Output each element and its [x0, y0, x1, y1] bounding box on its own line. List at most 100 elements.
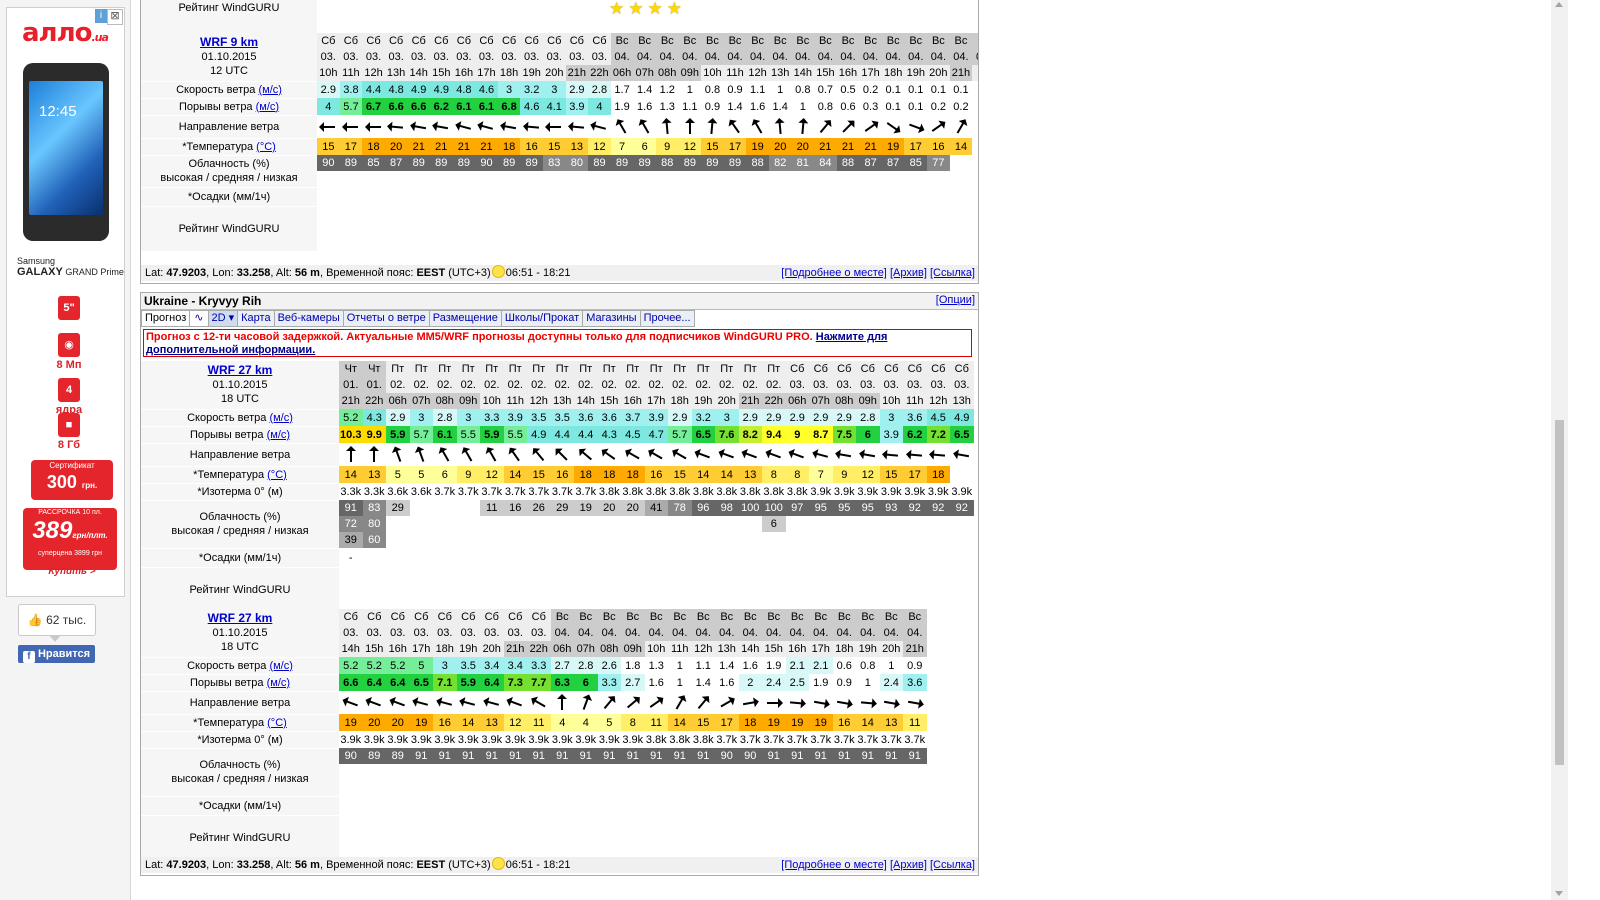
temp-label-unit-link[interactable]: (°C) [267, 469, 287, 481]
cloud-cell [904, 171, 927, 187]
temp-cell: 5 [386, 466, 410, 483]
wind-direction-arrow [574, 691, 598, 714]
day-cell: Сб [520, 33, 543, 49]
wind-arrow-icon [720, 696, 735, 707]
precip-cell [809, 548, 833, 567]
wind-direction-arrow [904, 115, 927, 138]
wind-speed-label-unit-link[interactable]: (м/с) [258, 84, 281, 96]
ad-banner[interactable]: алло.ua i ⊠ 12:45 Samsung GALAXY GRAND Pr… [6, 7, 125, 597]
gust-cell: 3.6 [903, 674, 927, 691]
page-scrollbar[interactable] [1551, 0, 1568, 900]
wind-arrow-icon [387, 121, 404, 132]
ad-info-icon[interactable]: i [95, 9, 107, 23]
tab-6[interactable]: Школы/Прокат [501, 310, 584, 327]
permalink[interactable]: [Ссылка] [930, 267, 975, 279]
day-cell: Вс [949, 33, 973, 49]
day-cell: Вс [768, 33, 792, 49]
tab-0[interactable]: Прогноз [141, 310, 191, 327]
hour-cell: 06h [550, 641, 574, 657]
wind-speed-label-unit-link[interactable]: (м/с) [269, 660, 292, 672]
model-date: 01.10.2015 [212, 379, 268, 392]
wind-arrow-icon [837, 698, 854, 709]
tab-3[interactable]: Веб-камеры [274, 310, 344, 327]
cloud-cell [724, 171, 747, 187]
wind-arrow-icon [882, 449, 899, 460]
tab-2d-dropdown[interactable]: 2D ▾ [208, 310, 239, 327]
precip-cell [762, 796, 786, 815]
cloud-cell: 91 [785, 748, 809, 764]
gusts-label-unit-link[interactable]: (м/с) [256, 101, 279, 113]
date-cell: 03. [950, 377, 974, 393]
chart-icon[interactable]: ∿ [190, 310, 209, 327]
scroll-down-icon[interactable] [1555, 891, 1563, 896]
wind-speed-cell: 0.1 [949, 81, 973, 98]
temp-label-text: *Температура [193, 716, 265, 729]
scroll-up-icon[interactable] [1555, 2, 1563, 7]
cloud-cell [566, 171, 589, 187]
hour-cell: 19h [520, 65, 543, 81]
temp-cell: 7 [610, 138, 634, 155]
footer-sun-times: 06:51 - 18:21 [505, 267, 571, 279]
tab-7[interactable]: Магазины [583, 310, 641, 327]
footer-info: Lat: 47.9203, Lon: 33.258, Alt: 56 m, Вр… [145, 857, 571, 873]
archive-link[interactable]: [Архив] [890, 859, 927, 871]
row-direction: Направление ветра [141, 443, 974, 467]
fb-like-button[interactable]: f Нравится [18, 645, 95, 663]
options-link[interactable]: [Опции] [936, 294, 975, 306]
cloud-cell [950, 171, 973, 187]
cloud-cell: 89 [362, 748, 386, 764]
temp-label-unit-link[interactable]: (°C) [267, 717, 287, 729]
previous-rating-table: Рейтинг WindGURU ★ ★ ★ ★ [141, 0, 978, 34]
cloud-cell [456, 764, 480, 780]
cloud-label: Облачность (%) высокая / средняя / низкая [141, 155, 318, 188]
model-link[interactable]: WRF 27 km [208, 363, 273, 377]
wind-direction-arrow [527, 443, 551, 466]
gusts-label-unit-link[interactable]: (м/с) [267, 429, 290, 441]
temp-label-unit-link[interactable]: (°C) [256, 141, 276, 153]
date-cell: 04. [904, 49, 928, 65]
gusts-label-unit-link[interactable]: (м/с) [267, 677, 290, 689]
scrollbar-thumb[interactable] [1555, 420, 1564, 765]
wind-direction-arrow [566, 115, 589, 138]
hour-cell: 16h [386, 641, 410, 657]
day-cell: Чт [339, 361, 363, 377]
wind-speed-cell: 3.4 [503, 657, 527, 674]
more-info-link[interactable]: [Подробнее о месте] [781, 267, 887, 279]
cloud-cell [950, 532, 974, 548]
wind-arrow-icon [860, 697, 877, 708]
precip-cell [574, 548, 598, 567]
precip-cell [668, 548, 692, 567]
tab-4[interactable]: Отчеты о ветре [343, 310, 430, 327]
tab-5[interactable]: Размещение [429, 310, 502, 327]
cloud-cell [503, 764, 527, 780]
archive-link[interactable]: [Архив] [890, 267, 927, 279]
isotherm-cell: 3.9k [387, 733, 409, 746]
wind-speed-label-unit-link[interactable]: (м/с) [269, 412, 292, 424]
wind-arrow-icon [638, 118, 650, 134]
gusts-label-text: Порывы ветра [178, 100, 253, 113]
model-link[interactable]: WRF 27 km [208, 611, 273, 625]
ad-buy-link[interactable]: Купить > [27, 566, 117, 577]
tab-2[interactable]: Карта [238, 310, 275, 327]
model-link[interactable]: WRF 9 km [200, 35, 258, 49]
cloud-cell: 87 [881, 155, 905, 171]
wind-direction-arrow [430, 115, 453, 138]
precip-cell [692, 548, 716, 567]
gust-cell: 2.4 [762, 674, 786, 691]
ad-close-icon[interactable]: ⊠ [107, 9, 123, 25]
permalink[interactable]: [Ссылка] [930, 859, 975, 871]
day-cell: Вс [738, 609, 762, 625]
hour-cell [972, 65, 978, 81]
hour-cell: 14h [791, 65, 815, 81]
tab-8[interactable]: Прочее... [640, 310, 695, 327]
temp-cell: 12 [588, 138, 611, 155]
temp-cell: 8 [762, 466, 786, 483]
cloud-cell: 89 [588, 155, 611, 171]
wind-speed-cell: 3.6 [574, 409, 598, 426]
gust-cell: 6.1 [452, 98, 476, 115]
cloud-cell: 89 [678, 155, 702, 171]
temp-cell: 18 [597, 466, 621, 483]
wind-speed-cell: 4.5 [926, 409, 950, 426]
cloud-cell [762, 764, 786, 780]
more-info-link[interactable]: [Подробнее о месте] [781, 859, 887, 871]
